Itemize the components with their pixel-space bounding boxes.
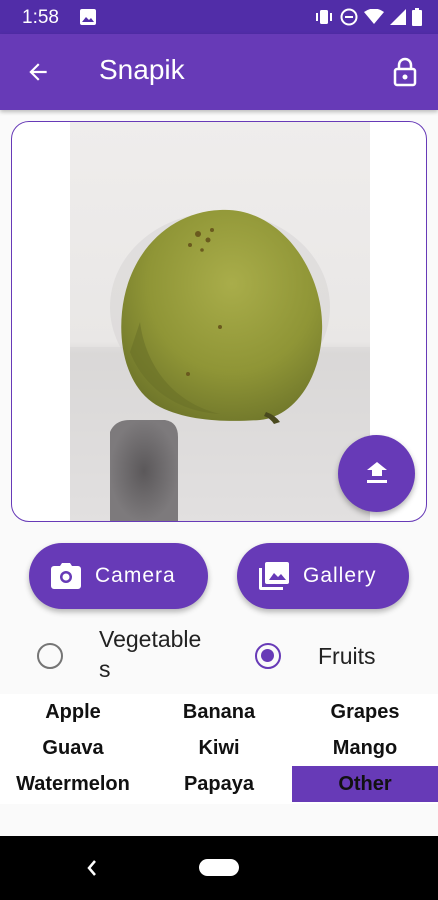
app-bar: Snapik — [0, 34, 438, 110]
arrow-back-icon — [29, 63, 47, 81]
vegetables-radio[interactable] — [37, 643, 63, 669]
fruits-radio[interactable] — [255, 643, 281, 669]
do-not-disturb-icon — [340, 8, 358, 26]
item-mango[interactable]: Mango — [292, 730, 438, 766]
gallery-button-label: Gallery — [303, 564, 377, 587]
gallery-icon — [259, 562, 289, 590]
camera-icon — [51, 563, 81, 589]
item-grid: Apple Banana Grapes Guava Kiwi Mango Wat… — [0, 694, 438, 804]
signal-icon — [390, 9, 406, 25]
system-nav-bar — [0, 836, 438, 900]
status-bar: 1:58 — [0, 0, 438, 34]
lock-icon — [393, 57, 417, 87]
item-grapes[interactable]: Grapes — [292, 694, 438, 730]
item-kiwi[interactable]: Kiwi — [146, 730, 292, 766]
upload-icon — [366, 461, 387, 483]
camera-button[interactable]: Camera — [29, 543, 208, 609]
vegetables-label: Vegetables — [99, 626, 202, 682]
upload-button[interactable] — [338, 435, 415, 512]
camera-button-label: Camera — [95, 564, 176, 587]
image-notification-icon — [80, 9, 96, 25]
nav-back-icon[interactable] — [84, 858, 100, 878]
fruit-photo — [70, 122, 370, 521]
item-guava[interactable]: Guava — [0, 730, 146, 766]
lock-button[interactable] — [390, 56, 420, 88]
item-other[interactable]: Other — [292, 766, 438, 802]
item-banana[interactable]: Banana — [146, 694, 292, 730]
fruits-label: Fruits — [318, 643, 376, 669]
back-button[interactable] — [22, 56, 54, 88]
app-title: Snapik — [99, 54, 185, 85]
nav-home-button[interactable] — [199, 859, 239, 876]
battery-icon — [412, 8, 422, 26]
vibrate-icon — [316, 10, 332, 24]
wifi-icon — [364, 9, 384, 24]
item-apple[interactable]: Apple — [0, 694, 146, 730]
gallery-button[interactable]: Gallery — [237, 543, 409, 609]
status-time: 1:58 — [22, 7, 59, 28]
item-watermelon[interactable]: Watermelon — [0, 766, 146, 802]
item-papaya[interactable]: Papaya — [146, 766, 292, 802]
image-preview — [11, 121, 427, 522]
